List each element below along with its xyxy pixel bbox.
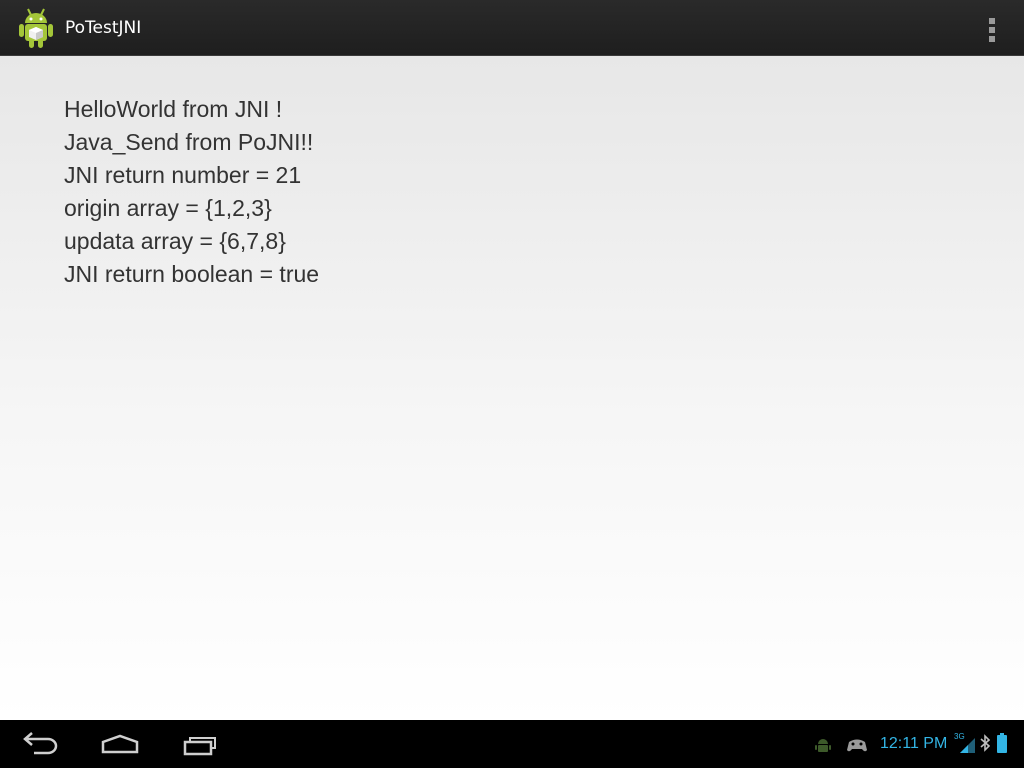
content-area: HelloWorld from JNI ! Java_Send from PoJ… (0, 56, 1024, 720)
recent-apps-icon[interactable] (175, 728, 227, 760)
app-title: PoTestJNI (65, 18, 142, 38)
output-text-list: HelloWorld from JNI ! Java_Send from PoJ… (64, 93, 319, 291)
output-line: JNI return boolean = true (64, 261, 320, 287)
back-icon[interactable] (14, 728, 66, 760)
output-line: JNI return number = 21 (64, 162, 302, 188)
battery-icon[interactable] (996, 732, 1008, 754)
android-debug-icon[interactable] (814, 736, 832, 754)
bluetooth-icon[interactable] (980, 734, 991, 752)
action-bar: PoTestJNI (0, 0, 1024, 56)
game-controller-icon[interactable] (846, 736, 868, 754)
clock[interactable]: 12:11 PM (880, 734, 947, 754)
screen: PoTestJNI HelloWorld from JNI ! Java_Sen… (0, 0, 1024, 768)
system-bar: 12:11 PM 3G (0, 720, 1024, 768)
signal-icon[interactable]: 3G (954, 732, 976, 754)
output-line: HelloWorld from JNI ! (64, 96, 283, 122)
android-robot-icon[interactable] (16, 6, 56, 50)
home-icon[interactable] (94, 728, 146, 760)
output-line: Java_Send from PoJNI!! (64, 129, 314, 155)
output-line: updata array = {6,7,8} (64, 228, 286, 254)
overflow-menu-icon[interactable] (976, 8, 1008, 48)
output-line: origin array = {1,2,3} (64, 195, 272, 221)
